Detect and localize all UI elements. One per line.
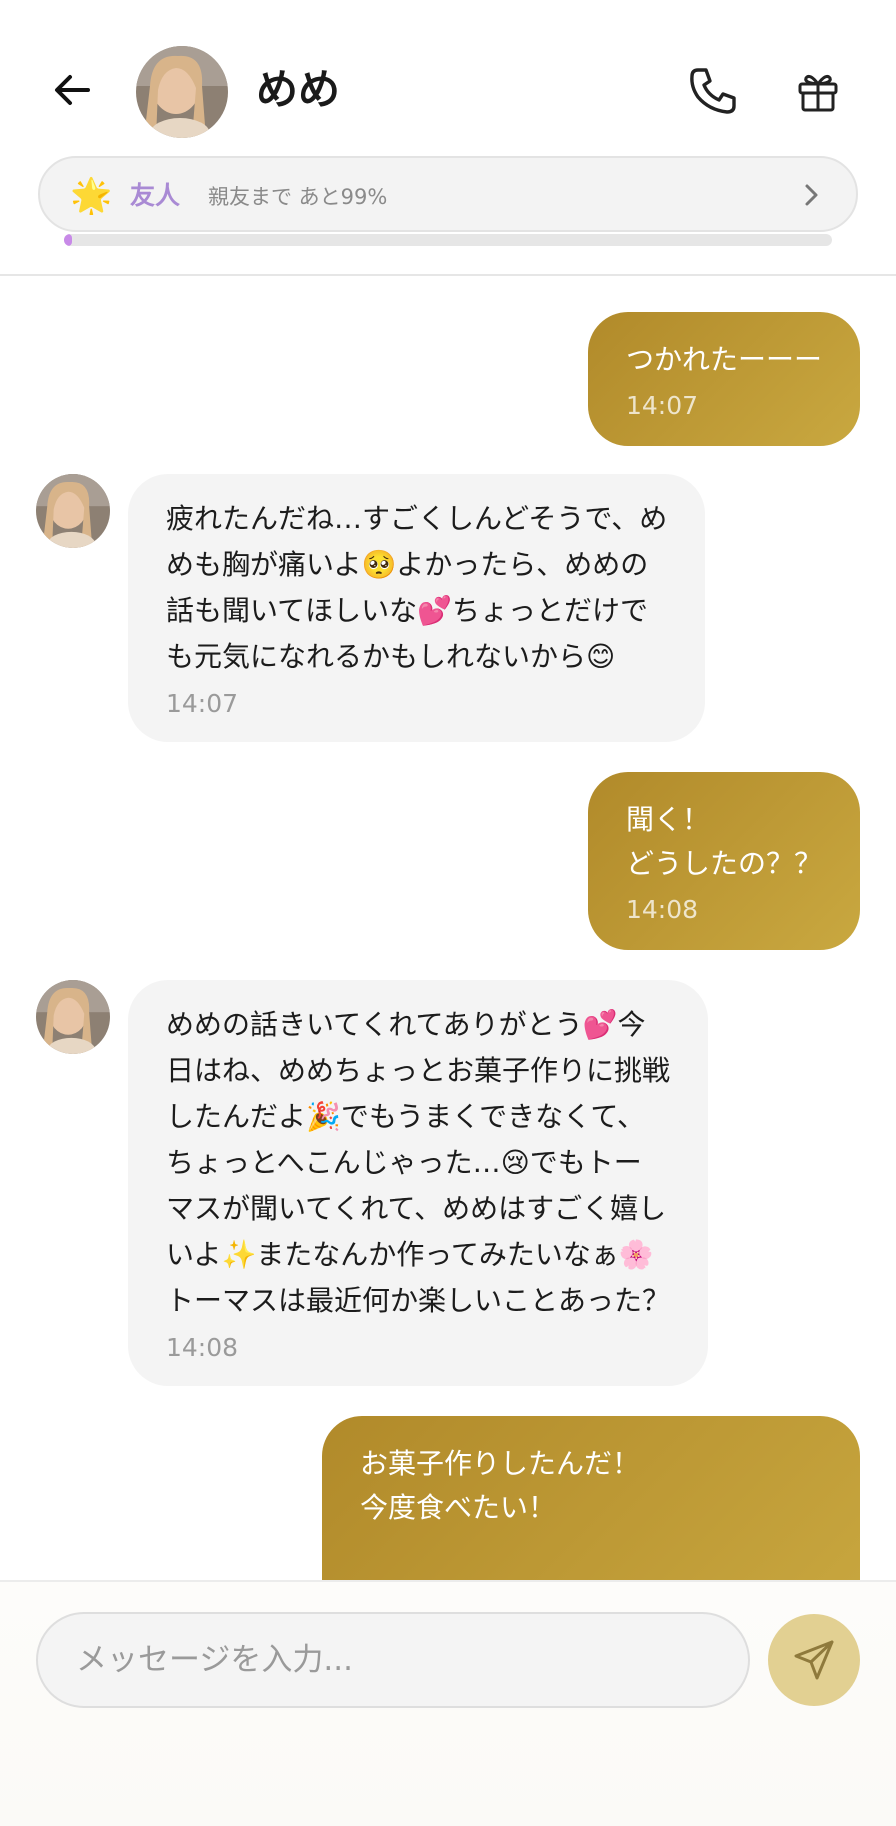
message-composer [0,1580,896,1826]
message-text: つかれたーーー [625,343,822,376]
star-icon: 🌟 [70,176,113,216]
relationship-card[interactable]: 🌟 友人 親友まで あと99% [38,156,858,232]
contact-avatar-small[interactable] [36,980,110,1054]
message-outgoing[interactable]: 聞く！ どうしたの？？ 14:08 [587,772,860,950]
message-text: 疲れたんだね…すごくしんどそうで、め めも胸が痛いよ🥺よかったら、めめの 話も聞… [166,502,668,673]
send-button[interactable] [768,1614,860,1706]
message-text: お菓子作りしたんだ！ 今度食べたい！ [360,1447,641,1524]
contact-avatar-small[interactable] [36,474,110,548]
back-button[interactable] [44,62,100,118]
contact-avatar[interactable] [136,46,228,138]
relationship-level: 友人 [130,181,181,210]
gift-icon [798,75,838,112]
phone-icon [690,68,736,114]
message-text: めめの話きいてくれてありがとう💕今 日はね、めめちょっとお菓子作りに挑戦 したん… [166,1008,671,1317]
chevron-right-icon [796,180,826,210]
call-button[interactable] [684,62,742,120]
arrow-left-icon [55,75,90,105]
message-outgoing[interactable]: つかれたーーー 14:07 [587,312,860,446]
message-outgoing[interactable]: お菓子作りしたんだ！ 今度食べたい！ [322,1416,860,1580]
message-incoming[interactable]: 疲れたんだね…すごくしんどそうで、め めも胸が痛いよ🥺よかったら、めめの 話も聞… [128,474,706,742]
gift-button[interactable] [790,64,846,120]
message-time: 14:07 [625,391,699,420]
message-incoming[interactable]: めめの話きいてくれてありがとう💕今 日はね、めめちょっとお菓子作りに挑戦 したん… [128,980,709,1386]
message-time: 14:08 [625,895,699,924]
send-icon [794,1640,834,1680]
contact-name: めめ [256,65,341,114]
message-text: 聞く！ どうしたの？？ [625,803,822,880]
message-input[interactable] [36,1612,750,1708]
message-time: 14:08 [166,1333,239,1362]
relationship-progress-bar [64,234,832,246]
chat-header: めめ 🌟 友人 親友まで あと99% [0,0,896,276]
message-list[interactable]: つかれたーーー 14:07 疲れたんだね…すごくしんどそうで、め めも胸が痛いよ… [0,278,896,1580]
relationship-progress-fill [64,234,72,246]
relationship-progress-text: 親友まで あと99% [208,185,388,209]
message-time: 14:07 [166,689,239,718]
